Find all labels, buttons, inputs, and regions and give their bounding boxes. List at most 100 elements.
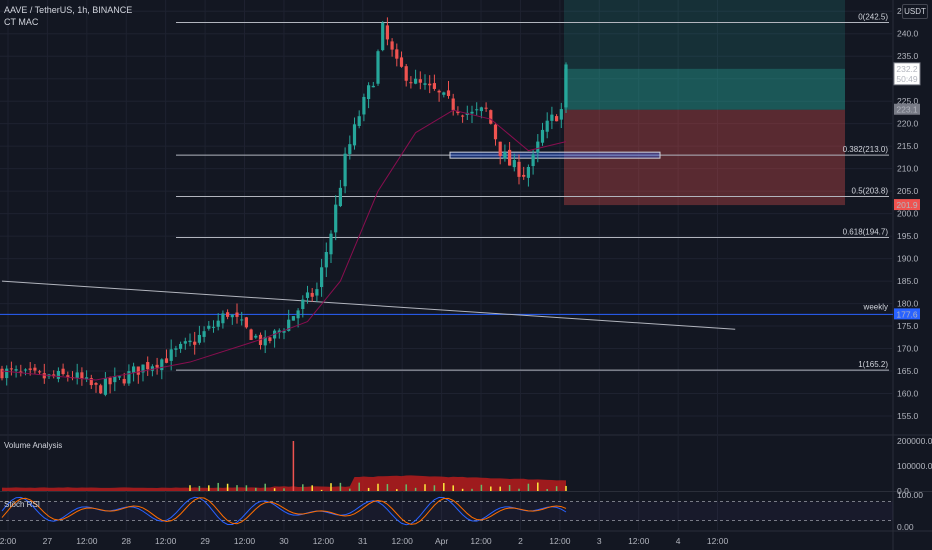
candle-body xyxy=(254,335,258,338)
price-tick-label: 165.0 xyxy=(897,366,919,376)
candle-body xyxy=(442,92,446,95)
candle-body xyxy=(498,141,502,157)
candle-body xyxy=(193,341,197,345)
candle-body xyxy=(155,364,159,368)
candle-body xyxy=(160,359,164,371)
candle-body xyxy=(146,362,150,370)
candle-body xyxy=(216,320,220,327)
candle-body xyxy=(291,316,295,321)
candle-body xyxy=(23,369,28,371)
fib-level-label: 0.382(213.0) xyxy=(843,145,889,154)
candle-body xyxy=(80,372,84,379)
candle-body xyxy=(33,367,37,371)
time-tick-label: 2:00 xyxy=(0,536,17,546)
currency-button[interactable]: USDT xyxy=(902,4,928,19)
candle-body xyxy=(338,187,342,207)
time-tick-label: 12:00 xyxy=(392,536,414,546)
indicator-label[interactable]: CT MAC xyxy=(4,17,38,27)
candle-body xyxy=(334,204,338,233)
candle-body xyxy=(531,154,535,167)
candle-body xyxy=(221,313,225,324)
candle-body xyxy=(362,96,366,115)
symbol-title[interactable]: AAVE / TetherUS, 1h, BINANCE xyxy=(4,5,132,15)
price-tick-label: 210.0 xyxy=(897,164,919,174)
time-tick-label: 30 xyxy=(279,536,289,546)
candle-body xyxy=(423,83,427,85)
candle-body xyxy=(409,82,413,84)
candle-body xyxy=(414,78,418,84)
candle-body xyxy=(324,251,328,268)
time-tick-label: 31 xyxy=(358,536,368,546)
trend-line xyxy=(1,280,736,330)
candle-body xyxy=(399,57,404,67)
candle-body xyxy=(559,109,563,120)
candle-body xyxy=(545,120,549,132)
candle-body xyxy=(526,166,530,178)
candle-body xyxy=(202,331,206,337)
candle-body xyxy=(367,85,371,100)
candle-body xyxy=(381,22,385,51)
candle-body xyxy=(179,343,183,349)
price-tick-label: 220.0 xyxy=(897,119,919,129)
stoch-rsi-pane xyxy=(0,496,893,526)
candle-body xyxy=(390,41,394,50)
candle-body xyxy=(348,144,352,154)
price-label-text: 177.6 xyxy=(896,309,918,319)
price-tick-label: 195.0 xyxy=(897,231,919,241)
candle-body xyxy=(183,341,187,344)
rsi-band xyxy=(0,501,893,521)
price-tick-label: 235.0 xyxy=(897,51,919,61)
price-tick-label: 175.0 xyxy=(897,321,919,331)
price-label-text: 201.9 xyxy=(896,200,918,210)
stoch-rsi-pane-label[interactable]: Stoch RSI xyxy=(4,500,40,509)
time-tick-label: 2 xyxy=(518,536,523,546)
candle-body xyxy=(343,153,347,187)
time-tick-label: 12:00 xyxy=(628,536,650,546)
price-label-text: 232.2 xyxy=(896,64,918,74)
fib-level-label: 0(242.5) xyxy=(858,12,888,21)
time-tick-label: 12:00 xyxy=(155,536,177,546)
candle-body xyxy=(9,368,13,370)
take-profit-zone xyxy=(564,68,845,110)
candle-body xyxy=(108,377,112,385)
time-tick-label: 12:00 xyxy=(549,536,571,546)
candle-body xyxy=(418,79,422,83)
candle-body xyxy=(479,107,483,112)
time-axis[interactable]: 2:00 27 12:00 28 12:00 29 12:00 30 12:00 31 12:00 A… xyxy=(0,536,728,546)
candle-body xyxy=(226,312,230,317)
candle-body xyxy=(0,368,4,379)
candle-body xyxy=(28,368,32,370)
position-zones xyxy=(564,0,845,206)
candle-body xyxy=(437,90,441,93)
volume-tick-label: 100000.0 xyxy=(897,461,932,471)
price-tick-label: 205.0 xyxy=(897,186,919,196)
fib-level-label: 1(165.2) xyxy=(858,360,888,369)
candle-body xyxy=(42,373,46,379)
candle-body xyxy=(536,141,540,153)
candle-body xyxy=(428,83,432,86)
rsi-tick-label: 100.00 xyxy=(897,490,923,500)
candle-body xyxy=(235,312,239,317)
candle-body xyxy=(315,289,319,296)
candle-body xyxy=(56,370,60,379)
candle-body xyxy=(188,340,192,343)
candle-body xyxy=(371,85,375,88)
price-tick-label: 180.0 xyxy=(897,299,919,309)
time-tick-label: 4 xyxy=(676,536,681,546)
candle-body xyxy=(432,83,436,89)
candle-body xyxy=(207,325,211,329)
volume-tick-label: 200000.0 xyxy=(897,436,932,446)
candle-body xyxy=(540,129,545,143)
candle-body xyxy=(296,310,300,319)
time-tick-label: Apr xyxy=(435,536,448,546)
candle-body xyxy=(475,109,479,111)
volume-pane-label[interactable]: Volume Analysis xyxy=(4,441,62,450)
time-tick-label: 12:00 xyxy=(313,536,335,546)
candle-body xyxy=(122,378,126,384)
candle-body xyxy=(470,111,474,114)
candle-body xyxy=(169,349,173,361)
fib-level-label: 0.618(194.7) xyxy=(843,227,889,236)
candle-body xyxy=(61,368,65,375)
time-tick-label: 3 xyxy=(597,536,602,546)
price-tick-label: 185.0 xyxy=(897,276,919,286)
